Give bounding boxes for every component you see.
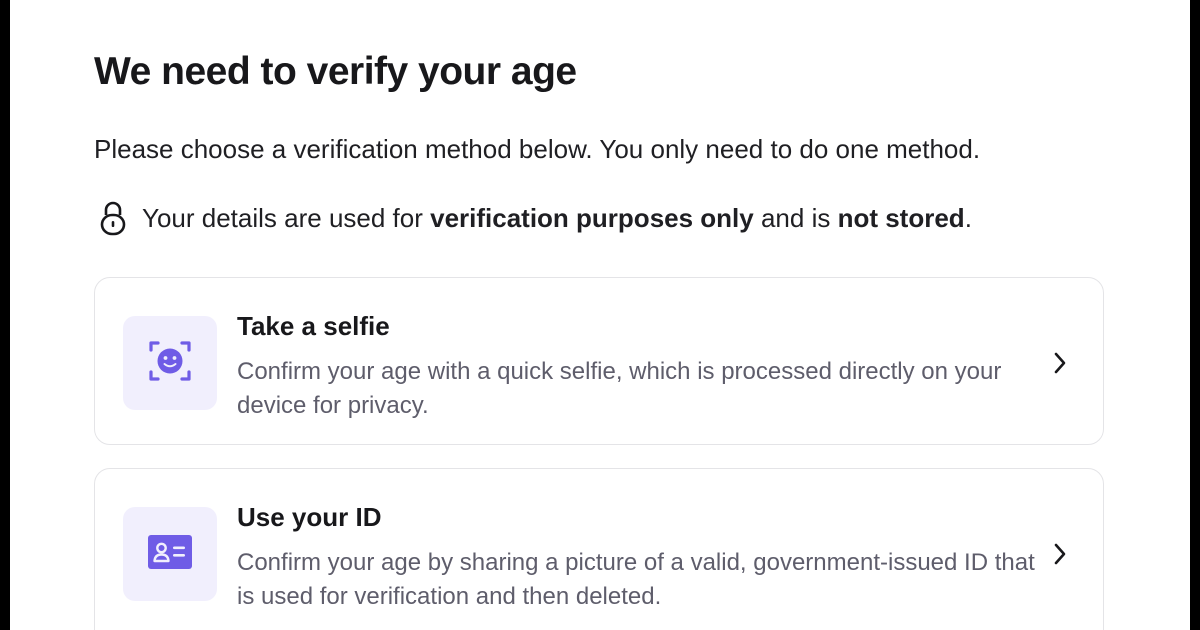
method-title: Take a selfie xyxy=(237,311,390,341)
method-card-id[interactable]: Use your ID Confirm your age by sharing … xyxy=(94,468,1104,630)
privacy-notice: Your details are used for verification p… xyxy=(98,200,972,236)
method-description: Confirm your age with a quick selfie, wh… xyxy=(237,358,1002,419)
method-description: Confirm your age by sharing a picture of… xyxy=(237,549,1035,610)
method-icon-box xyxy=(123,316,217,410)
lock-icon xyxy=(98,200,128,236)
face-scan-icon xyxy=(148,340,192,387)
page-title: We need to verify your age xyxy=(94,50,577,93)
verification-panel: We need to verify your age Please choose… xyxy=(10,0,1190,630)
method-card-selfie[interactable]: Take a selfie Confirm your age with a qu… xyxy=(94,277,1104,445)
method-icon-box xyxy=(123,507,217,601)
id-card-icon xyxy=(148,534,192,574)
chevron-right-icon xyxy=(1051,541,1069,567)
chevron-right-icon xyxy=(1051,350,1069,376)
method-title: Use your ID xyxy=(237,502,382,532)
privacy-text: Your details are used for verification p… xyxy=(142,202,972,233)
page-subtitle: Please choose a verification method belo… xyxy=(94,134,981,164)
